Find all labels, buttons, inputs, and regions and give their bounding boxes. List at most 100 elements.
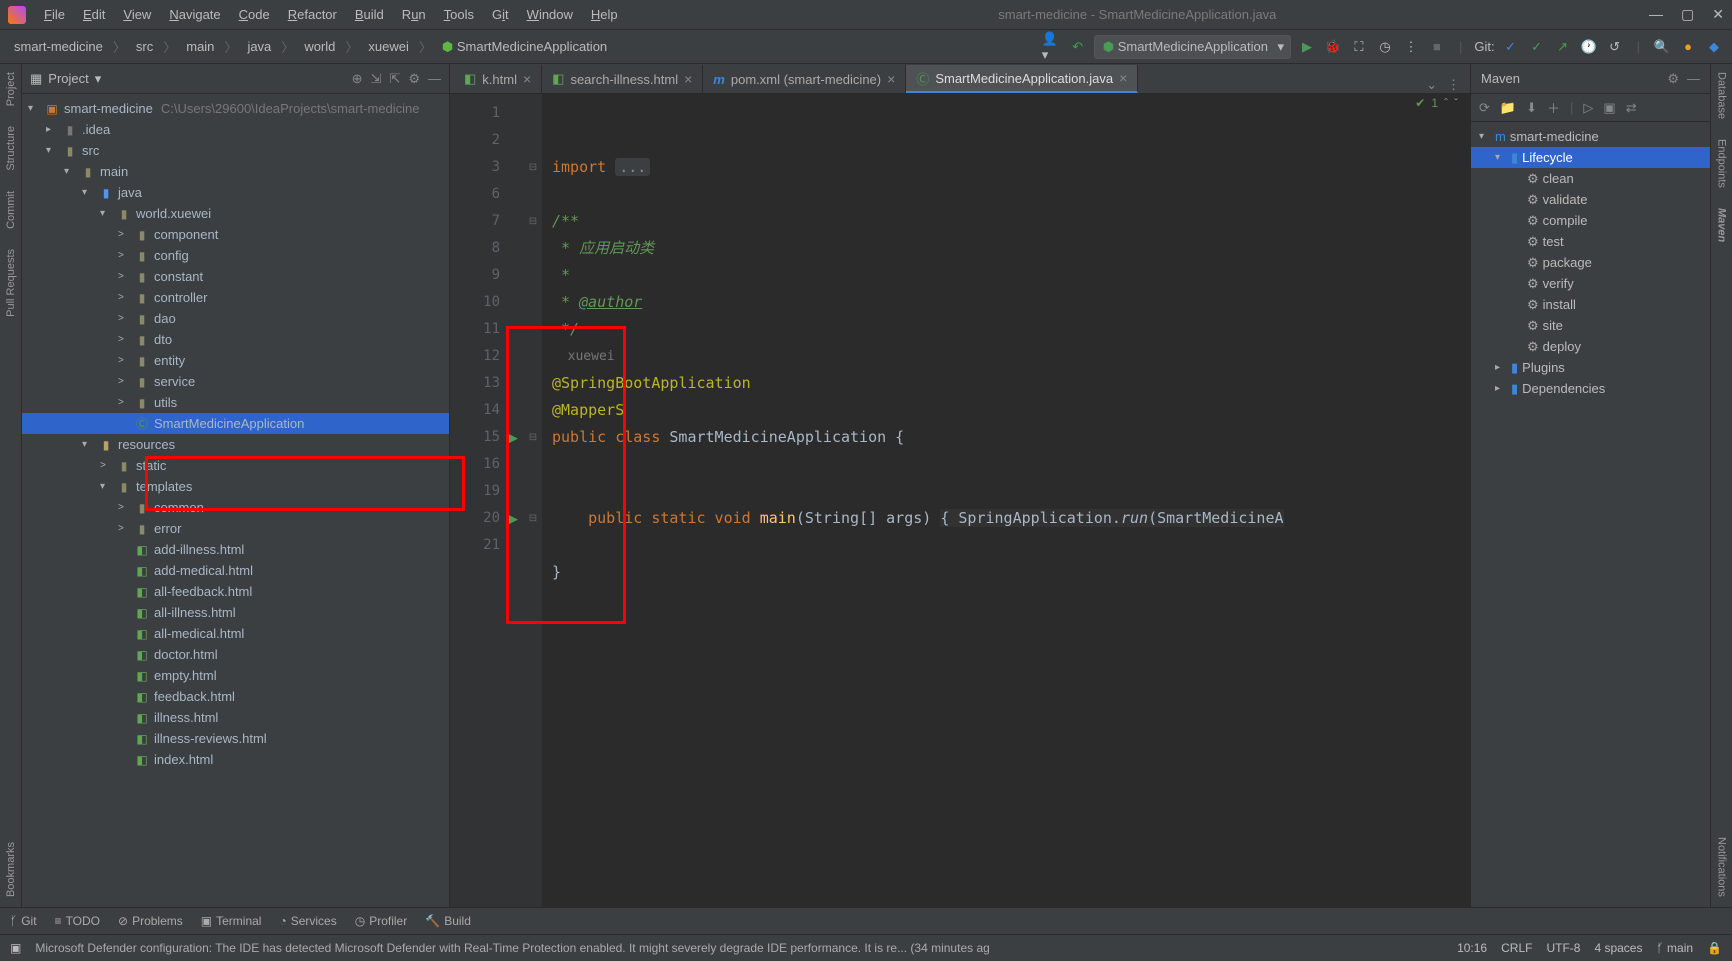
tree-folder[interactable]: ▾▮resources [22, 434, 449, 455]
tree-file-html[interactable]: ◧add-medical.html [22, 560, 449, 581]
breadcrumb-item[interactable]: main [180, 37, 220, 56]
tab-bookmarks[interactable]: Bookmarks [5, 842, 17, 897]
maven-download-icon[interactable]: ⬇ [1526, 100, 1537, 116]
hide-panel-icon[interactable]: — [428, 71, 441, 87]
maven-tree-item[interactable]: ▾m smart-medicine [1471, 126, 1710, 147]
project-panel-title[interactable]: Project [48, 71, 88, 86]
tab-database[interactable]: Database [1716, 72, 1728, 119]
tree-root[interactable]: ▾ ▣ smart-medicine C:\Users\29600\IdeaPr… [22, 98, 449, 119]
file-encoding[interactable]: UTF-8 [1546, 941, 1580, 955]
ide-updates-icon[interactable]: ● [1678, 37, 1698, 57]
git-rollback-icon[interactable]: ↺ [1605, 37, 1625, 57]
stop-button[interactable]: ■ [1427, 37, 1447, 57]
maven-tree-item[interactable]: ▸▮ Plugins [1471, 357, 1710, 378]
breadcrumb-item[interactable]: java [241, 37, 277, 56]
editor-tab[interactable]: mpom.xml (smart-medicine)× [703, 65, 906, 93]
locate-icon[interactable]: ⊕ [352, 71, 363, 87]
close-tab-icon[interactable]: × [887, 71, 895, 87]
editor-tab[interactable]: ◧k.html× [454, 65, 542, 93]
maven-run-icon[interactable]: ▷ [1583, 100, 1593, 116]
tab-endpoints[interactable]: Endpoints [1716, 139, 1728, 188]
maven-settings-icon[interactable]: ⚙ [1667, 71, 1679, 87]
project-view-icon[interactable]: ▦ [30, 71, 42, 87]
menu-window[interactable]: Window [519, 4, 581, 25]
tree-folder[interactable]: >▮constant [22, 266, 449, 287]
git-branch[interactable]: ᚶ main [1656, 941, 1693, 955]
tree-folder[interactable]: ▾▮src [22, 140, 449, 161]
codewithme-icon[interactable]: ◆ [1704, 37, 1724, 57]
settings-icon[interactable]: ⚙ [408, 71, 420, 87]
maven-refresh-icon[interactable]: ⟳ [1479, 100, 1490, 116]
minimize-button[interactable]: — [1649, 6, 1663, 23]
tab-commit[interactable]: Commit [5, 191, 17, 229]
expand-all-icon[interactable]: ⇲ [371, 71, 382, 87]
close-tab-icon[interactable]: × [523, 71, 531, 87]
tree-folder[interactable]: >▮component [22, 224, 449, 245]
menu-run[interactable]: Run [394, 4, 434, 25]
maven-tree-item[interactable]: ⚙ site [1471, 315, 1710, 336]
git-history-icon[interactable]: 🕐 [1579, 37, 1599, 57]
breadcrumb-item[interactable]: xuewei [362, 37, 414, 56]
editor-tab[interactable]: ⒸSmartMedicineApplication.java× [906, 65, 1138, 93]
debug-button[interactable]: 🐞 [1323, 37, 1343, 57]
run-gutter[interactable]: ▶ ▶ [508, 94, 524, 907]
maven-generate-icon[interactable]: 📁 [1500, 100, 1516, 116]
tree-folder[interactable]: >▮dao [22, 308, 449, 329]
tree-file-html[interactable]: ◧illness.html [22, 707, 449, 728]
maven-tree-item[interactable]: ▸▮ Dependencies [1471, 378, 1710, 399]
back-icon[interactable]: ↶ [1068, 37, 1088, 57]
maven-tree[interactable]: ▾m smart-medicine▾▮ Lifecycle⚙ clean⚙ va… [1471, 122, 1710, 907]
menu-view[interactable]: View [115, 4, 159, 25]
line-separator[interactable]: CRLF [1501, 941, 1532, 955]
tree-folder[interactable]: >▮common [22, 497, 449, 518]
menu-build[interactable]: Build [347, 4, 392, 25]
close-button[interactable]: ✕ [1712, 6, 1724, 23]
tree-folder[interactable]: >▮service [22, 371, 449, 392]
tree-file-html[interactable]: ◧all-feedback.html [22, 581, 449, 602]
tree-folder[interactable]: >▮static [22, 455, 449, 476]
indent-settings[interactable]: 4 spaces [1594, 941, 1642, 955]
maven-tree-item[interactable]: ⚙ package [1471, 252, 1710, 273]
tab-notifications[interactable]: Notifications [1716, 837, 1728, 897]
search-everywhere-icon[interactable]: 🔍 [1652, 37, 1672, 57]
tree-file-html[interactable]: ◧add-illness.html [22, 539, 449, 560]
tree-folder[interactable]: >▮dto [22, 329, 449, 350]
tree-folder[interactable]: ▾▮world.xuewei [22, 203, 449, 224]
maven-tree-item[interactable]: ⚙ validate [1471, 189, 1710, 210]
tree-file-html[interactable]: ◧illness-reviews.html [22, 728, 449, 749]
maven-tree-item[interactable]: ⚙ compile [1471, 210, 1710, 231]
menu-git[interactable]: Git [484, 4, 517, 25]
run-config-select[interactable]: ⬢ SmartMedicineApplication▾ [1094, 35, 1291, 59]
menu-file[interactable]: File [36, 4, 73, 25]
menu-navigate[interactable]: Navigate [161, 4, 228, 25]
tree-folder[interactable]: >▮utils [22, 392, 449, 413]
maximize-button[interactable]: ▢ [1681, 6, 1694, 23]
tool-terminal[interactable]: ▣Terminal [201, 914, 262, 928]
tree-folder[interactable]: >▮entity [22, 350, 449, 371]
maven-hide-icon[interactable]: — [1687, 71, 1700, 87]
tab-project[interactable]: Project [5, 72, 17, 106]
tab-pull-requests[interactable]: Pull Requests [5, 249, 17, 317]
tree-file-html[interactable]: ◧doctor.html [22, 644, 449, 665]
tool-build[interactable]: 🔨Build [425, 914, 471, 928]
git-update-icon[interactable]: ✓ [1501, 37, 1521, 57]
breadcrumb-item[interactable]: ⬢ SmartMedicineApplication [436, 37, 613, 57]
maven-add-icon[interactable]: ＋ [1547, 98, 1560, 117]
coverage-button[interactable]: ⛶ [1349, 37, 1369, 57]
tree-folder[interactable]: ▾▮templates [22, 476, 449, 497]
tool-profiler[interactable]: ◷Profiler [355, 914, 408, 928]
status-icon[interactable]: ▣ [10, 941, 21, 955]
tree-folder[interactable]: >▮config [22, 245, 449, 266]
run-button[interactable]: ▶ [1297, 37, 1317, 57]
menu-help[interactable]: Help [583, 4, 626, 25]
tool-problems[interactable]: ⊘Problems [118, 914, 183, 928]
tree-file-html[interactable]: ◧feedback.html [22, 686, 449, 707]
git-push-icon[interactable]: ↗ [1553, 37, 1573, 57]
caret-position[interactable]: 10:16 [1457, 941, 1487, 955]
maven-tree-item[interactable]: ⚙ deploy [1471, 336, 1710, 357]
close-tab-icon[interactable]: × [1119, 70, 1127, 86]
tree-file-html[interactable]: ◧index.html [22, 749, 449, 770]
profile-button[interactable]: ◷ [1375, 37, 1395, 57]
project-tree[interactable]: ▾ ▣ smart-medicine C:\Users\29600\IdeaPr… [22, 94, 449, 907]
breadcrumb-item[interactable]: world [298, 37, 341, 56]
